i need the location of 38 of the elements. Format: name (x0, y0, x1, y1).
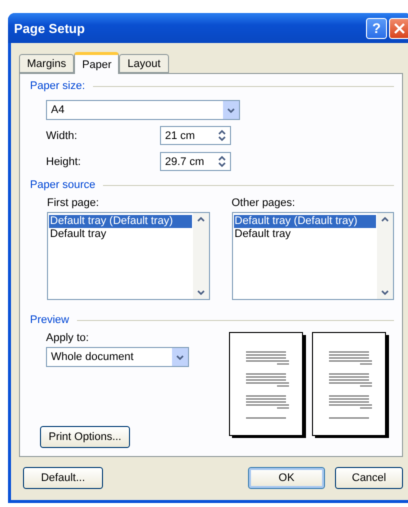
list-label: Other pages: (232, 197, 296, 209)
list-label: First page: (47, 197, 100, 209)
list-item[interactable]: Default tray (49, 228, 192, 241)
chevron-up-icon (196, 217, 204, 222)
chevron-down-icon (218, 136, 226, 141)
field-label: Height: (46, 156, 82, 168)
dialog-button[interactable]: Cancel (335, 467, 403, 489)
paper-size-dropdown[interactable]: A4 (46, 100, 240, 120)
chevron-up-icon (218, 130, 226, 135)
list-item[interactable]: Default tray (Default tray) (234, 215, 376, 228)
width-spinner[interactable]: 21 cm (160, 126, 231, 145)
chevron-up-icon (381, 217, 389, 222)
close-button[interactable] (389, 18, 408, 38)
chevron-down-icon (176, 354, 184, 360)
section-heading: Paper size: (30, 80, 86, 92)
chevron-down-icon (196, 290, 204, 295)
section-heading: Preview (30, 314, 70, 326)
apply-to-dropdown[interactable]: Whole document (46, 347, 189, 367)
scrollbar[interactable] (192, 213, 208, 299)
list-item[interactable]: Default tray (234, 228, 376, 241)
tab[interactable]: Paper (74, 52, 120, 74)
print-options-button[interactable]: Print Options... (40, 426, 130, 448)
dialog-button[interactable]: Default... (23, 467, 103, 489)
field-label: Width: (46, 130, 78, 142)
list-item[interactable]: Default tray (Default tray) (49, 215, 192, 228)
close-icon (394, 22, 405, 34)
section-heading: Paper source (30, 179, 96, 191)
field-label: Apply to: (45, 332, 90, 344)
dialog-button[interactable]: OK (248, 467, 325, 489)
scrollbar[interactable] (377, 213, 393, 299)
window-title: Page Setup (14, 20, 86, 36)
chevron-down-icon (227, 108, 235, 112)
chevron-down-icon (218, 162, 226, 167)
tab[interactable]: Margins (19, 54, 74, 73)
chevron-down-icon (381, 290, 389, 295)
height-spinner[interactable]: 29.7 cm (160, 152, 231, 171)
chevron-up-icon (218, 156, 226, 161)
tab[interactable]: Layout (119, 54, 169, 73)
